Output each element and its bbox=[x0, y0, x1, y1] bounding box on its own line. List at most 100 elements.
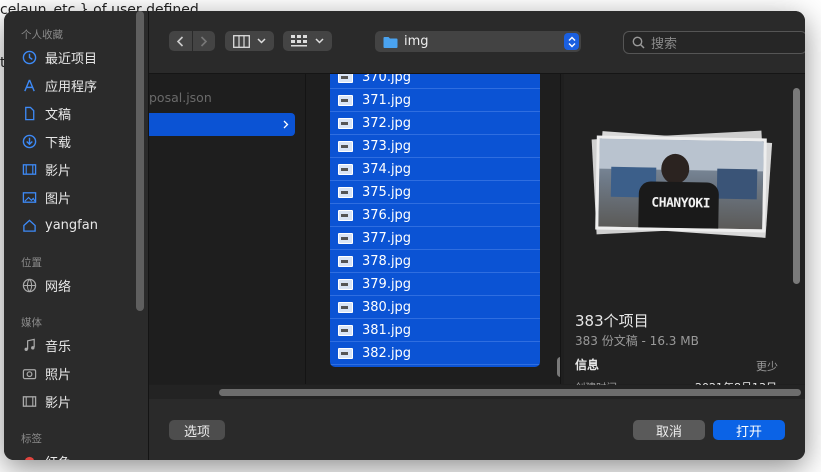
sidebar-item-label: yangfan bbox=[45, 217, 98, 233]
sidebar-item-tag-red[interactable]: 红色 bbox=[21, 450, 71, 460]
document-icon bbox=[21, 105, 37, 121]
home-icon bbox=[21, 217, 37, 233]
sidebar-section-tags: 标签 bbox=[21, 433, 42, 445]
sidebar-item-downloads[interactable]: 下载 bbox=[21, 130, 71, 152]
sidebar-section-media: 媒体 bbox=[21, 317, 42, 329]
sidebar-item-label: 影片 bbox=[45, 163, 72, 179]
file-name: 373.jpg bbox=[362, 138, 412, 154]
sidebar-item-media-movies[interactable]: 影片 bbox=[21, 390, 71, 412]
sidebar-item-network[interactable]: 网络 bbox=[21, 274, 71, 296]
sidebar-item-label: 下载 bbox=[45, 135, 72, 151]
chevron-right-icon bbox=[200, 35, 208, 47]
camera-icon bbox=[21, 365, 37, 381]
image-file-icon bbox=[338, 117, 353, 129]
file-row[interactable]: 381.jpg bbox=[330, 319, 540, 342]
file-row[interactable]: 371.jpg bbox=[330, 89, 540, 112]
file-row[interactable]: 372.jpg bbox=[330, 112, 540, 135]
file-row[interactable]: 378.jpg bbox=[330, 250, 540, 273]
image-file-icon bbox=[338, 347, 353, 359]
nav-buttons bbox=[169, 31, 215, 51]
thumbnail-shirt-text: CHANYOKI bbox=[651, 195, 711, 212]
file-name: 381.jpg bbox=[362, 322, 412, 338]
image-file-icon bbox=[338, 186, 353, 198]
image-file-icon bbox=[338, 140, 353, 152]
image-file-icon bbox=[338, 209, 353, 221]
sidebar-item-label: 网络 bbox=[45, 279, 72, 295]
group-button[interactable] bbox=[283, 31, 332, 51]
file-row[interactable]: 379.jpg bbox=[330, 273, 540, 296]
view-mode-button[interactable] bbox=[225, 31, 274, 51]
sidebar-item-recents[interactable]: 最近项目 bbox=[21, 46, 97, 68]
file-row[interactable]: 380.jpg bbox=[330, 296, 540, 319]
file-row[interactable]: 376.jpg bbox=[330, 204, 540, 227]
open-file-dialog: 个人收藏 最近项目 应用程序 文稿 下载 影片 图片 yangfan 位置 网络… bbox=[4, 11, 805, 460]
horizontal-scroll-track bbox=[149, 385, 805, 399]
horizontal-scrollbar[interactable] bbox=[219, 389, 801, 396]
sidebar-item-photos[interactable]: 照片 bbox=[21, 362, 71, 384]
chevron-left-icon bbox=[176, 35, 184, 47]
toolbar: img 搜索 bbox=[149, 11, 805, 74]
sidebar-item-applications[interactable]: 应用程序 bbox=[21, 74, 97, 96]
location-popup[interactable]: img bbox=[375, 31, 581, 52]
search-placeholder: 搜索 bbox=[651, 37, 678, 52]
film-icon bbox=[21, 393, 37, 409]
preview-title: 383个项目 bbox=[575, 312, 649, 330]
selected-folder-row[interactable] bbox=[149, 113, 295, 136]
options-button[interactable]: 选项 bbox=[169, 420, 225, 440]
red-tag-dot-icon bbox=[21, 453, 37, 460]
grid-icon bbox=[291, 35, 307, 47]
clock-icon bbox=[21, 49, 37, 65]
file-row[interactable]: 382.jpg bbox=[330, 342, 540, 365]
thumbnail-person-head bbox=[661, 153, 690, 185]
file-row[interactable]: 383.jpg bbox=[330, 365, 540, 367]
file-list-scrollbar[interactable] bbox=[557, 357, 560, 377]
sidebar-item-music[interactable]: 音乐 bbox=[21, 334, 71, 356]
cancel-button[interactable]: 取消 bbox=[633, 420, 705, 440]
show-less-link[interactable]: 更少 bbox=[756, 358, 778, 374]
image-file-icon bbox=[338, 255, 353, 267]
sidebar-item-movies[interactable]: 影片 bbox=[21, 158, 71, 180]
sidebar-item-label: 影片 bbox=[45, 395, 72, 411]
image-file-icon bbox=[338, 301, 353, 313]
sidebar-item-home[interactable]: yangfan bbox=[21, 214, 98, 236]
file-row[interactable]: 375.jpg bbox=[330, 181, 540, 204]
sidebar-item-documents[interactable]: 文稿 bbox=[21, 102, 71, 124]
browser-column-1: posal.json bbox=[149, 74, 306, 384]
preview-scrollbar[interactable] bbox=[793, 88, 800, 284]
search-field[interactable]: 搜索 bbox=[623, 31, 805, 54]
file-name: 378.jpg bbox=[362, 253, 412, 269]
thumbnail-chair bbox=[716, 168, 758, 200]
file-row[interactable]: 377.jpg bbox=[330, 227, 540, 250]
back-button[interactable] bbox=[170, 31, 193, 51]
sidebar-item-pictures[interactable]: 图片 bbox=[21, 186, 71, 208]
preview-info-heading: 信息 bbox=[575, 358, 600, 372]
forward-button[interactable] bbox=[193, 31, 215, 51]
sidebar-item-label: 图片 bbox=[45, 191, 72, 207]
image-file-icon bbox=[338, 324, 353, 336]
file-row[interactable]: 374.jpg bbox=[330, 158, 540, 181]
browser-column-2: 370.jpg 371.jpg 372.jpg 373.jpg 374.jpg 375.j… bbox=[306, 74, 561, 384]
open-button[interactable]: 打开 bbox=[713, 420, 785, 440]
preview-subtitle: 383 份文稿 - 16.3 MB bbox=[575, 334, 699, 348]
sidebar-item-label: 最近项目 bbox=[45, 51, 98, 67]
image-file-icon bbox=[338, 74, 353, 83]
dialog-footer: 选项 取消 打开 bbox=[149, 399, 805, 460]
sidebar-section-locations: 位置 bbox=[21, 257, 42, 269]
up-down-chevrons-icon bbox=[564, 33, 579, 50]
file-name: 375.jpg bbox=[362, 184, 412, 200]
globe-icon bbox=[21, 277, 37, 293]
file-row[interactable]: 373.jpg bbox=[330, 135, 540, 158]
sidebar-item-label: 应用程序 bbox=[45, 79, 98, 95]
file-name: 376.jpg bbox=[362, 207, 412, 223]
file-row[interactable]: 370.jpg bbox=[330, 74, 540, 89]
chevron-right-icon bbox=[283, 120, 289, 129]
file-name: 377.jpg bbox=[362, 230, 412, 246]
apps-icon bbox=[21, 77, 37, 93]
sidebar-scrollbar[interactable] bbox=[136, 11, 144, 311]
search-icon bbox=[632, 36, 645, 49]
folder-icon bbox=[383, 36, 398, 48]
download-icon bbox=[21, 133, 37, 149]
file-item-json[interactable]: posal.json bbox=[149, 90, 212, 105]
sidebar-section-favorites: 个人收藏 bbox=[21, 29, 63, 41]
preview-pane: CHANYOKI 383个项目 383 份文稿 - 16.3 MB 信息 更少 … bbox=[564, 74, 805, 394]
